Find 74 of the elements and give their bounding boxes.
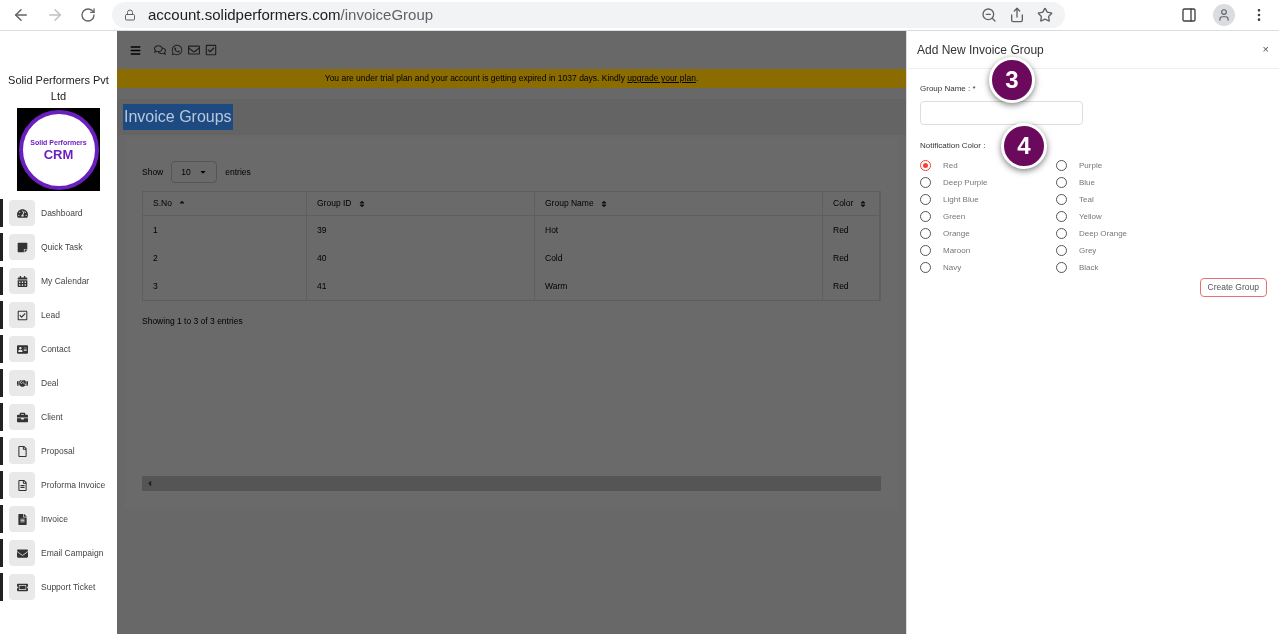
lock-icon	[124, 9, 136, 21]
handshake-icon	[16, 377, 28, 389]
table-cell: Cold	[535, 244, 823, 272]
color-radio[interactable]: Light Blue	[920, 193, 1056, 206]
group-name-label: Group Name : *	[920, 83, 977, 95]
table-cell: 2	[143, 244, 307, 272]
color-radio[interactable]: Maroon	[920, 244, 1056, 257]
table-cell: Red	[823, 272, 880, 300]
share-icon[interactable]	[1009, 7, 1025, 23]
document-icon	[16, 513, 28, 525]
drawer-title: Add New Invoice Group	[917, 41, 1044, 59]
color-radio[interactable]: Deep Orange	[1056, 227, 1266, 240]
mail-icon	[16, 547, 28, 559]
contact-card-icon	[16, 343, 28, 355]
table-info: Showing 1 to 3 of 3 entries	[142, 315, 244, 328]
close-button[interactable]: ×	[1262, 41, 1269, 58]
file-icon	[16, 445, 28, 457]
show-label: Show	[142, 165, 164, 179]
color-radio[interactable]: Teal	[1056, 193, 1266, 206]
table-cell: Warm	[535, 272, 823, 300]
whatsapp-icon[interactable]	[171, 44, 183, 56]
checkbox-icon	[16, 309, 28, 321]
scroll-left-icon[interactable]	[145, 478, 154, 488]
profile-avatar[interactable]	[1213, 4, 1235, 26]
color-radio[interactable]: Yellow	[1056, 210, 1266, 223]
address-bar[interactable]: account.solidperformers.com/invoiceGroup	[112, 2, 1065, 28]
logo-text: CRM	[43, 148, 74, 162]
page-size-select[interactable]: 10	[171, 161, 218, 183]
table-cell: Red	[823, 216, 880, 244]
column-header[interactable]: S.No	[143, 192, 307, 215]
horizontal-scrollbar[interactable]	[142, 475, 881, 491]
table-cell: 39	[307, 216, 535, 244]
color-radio[interactable]: Purple	[1056, 159, 1266, 172]
chat-icon[interactable]	[154, 44, 166, 56]
zoom-out-icon[interactable]	[981, 7, 997, 23]
create-group-button[interactable]: Create Group	[1199, 278, 1267, 297]
document-icon	[16, 479, 28, 491]
table-cell: 40	[307, 244, 535, 272]
table-cell: Hot	[535, 216, 823, 244]
mail-icon[interactable]	[188, 44, 200, 56]
dashboard-icon	[16, 207, 28, 219]
caret-icon	[199, 168, 208, 176]
color-radio[interactable]: Deep Purple	[920, 176, 1056, 189]
calendar-icon	[16, 275, 28, 287]
color-radio[interactable]: Black	[1056, 261, 1266, 274]
table-cell: Red	[823, 244, 880, 272]
back-icon[interactable]	[12, 6, 30, 24]
entries-label: entries	[225, 165, 251, 179]
task-icon[interactable]	[205, 44, 217, 56]
ticket-icon	[16, 581, 28, 593]
color-radio[interactable]: Grey	[1056, 244, 1266, 257]
table-cell: 1	[143, 216, 307, 244]
reload-icon[interactable]	[80, 7, 96, 23]
column-header[interactable]: Color	[823, 192, 880, 215]
note-icon	[16, 241, 28, 253]
company-name: Solid Performers Pvt Ltd	[7, 73, 110, 104]
url-text: account.solidperformers.com/invoiceGroup	[148, 4, 434, 25]
banner-text: You are under trial plan and your account is getting expired in 1037 days. Kindly upgrade your plan.	[324, 72, 699, 85]
table-cell: 41	[307, 272, 535, 300]
notification-color-label: Notification Color :	[920, 140, 986, 152]
briefcase-icon	[16, 411, 28, 423]
column-header[interactable]: Group Name	[535, 192, 823, 215]
page-title: Invoice Groups	[123, 104, 233, 130]
side-panel-icon[interactable]	[1181, 7, 1197, 23]
color-radio[interactable]: Blue	[1056, 176, 1266, 189]
table-cell: 3	[143, 272, 307, 300]
step-marker: 3	[989, 57, 1035, 103]
color-radio[interactable]: Orange	[920, 227, 1056, 240]
color-radio[interactable]: Green	[920, 210, 1056, 223]
step-marker: 4	[1001, 123, 1047, 169]
star-icon[interactable]	[1037, 7, 1053, 23]
column-header[interactable]: Group ID	[307, 192, 535, 215]
upgrade-link[interactable]: upgrade your plan	[627, 73, 696, 84]
color-radio[interactable]: Navy	[920, 261, 1056, 274]
